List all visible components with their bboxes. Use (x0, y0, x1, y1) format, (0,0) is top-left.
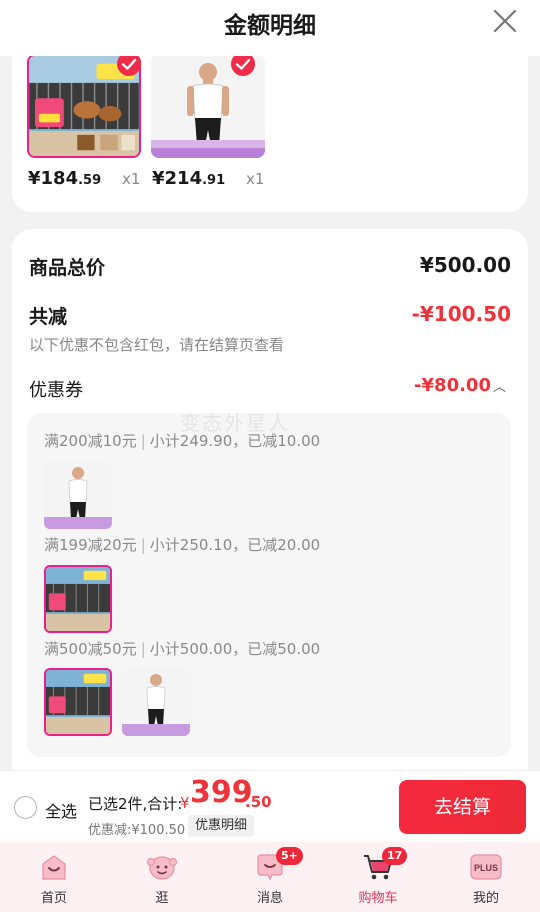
discount-detail-button[interactable]: 优惠明细 (188, 815, 255, 837)
tier-2-product-cage (44, 565, 112, 633)
tab-cart[interactable]: 17 购物车 (324, 842, 432, 912)
total-reduce-value: -¥100.50 (411, 302, 511, 326)
product-qty-1: x1 (122, 170, 141, 188)
discount-note: 以下优惠不包含红包，请在结算页查看 (29, 336, 285, 354)
tier-separator: | (140, 640, 146, 658)
message-badge: 5+ (276, 847, 303, 865)
watermark: 变态外星人 (180, 411, 290, 435)
close-icon (493, 9, 517, 33)
price-detail-card: 商品总价 ¥500.00 共减 -¥100.50 以下优惠不包含红包，请在结算页… (12, 229, 528, 789)
plus-icon-text: PLUS (474, 863, 498, 873)
header: 金额明细 (0, 0, 540, 56)
tab-label: 逛 (155, 891, 169, 906)
tier-3-product-shapewear (122, 668, 190, 736)
tier-1-product-shapewear (44, 461, 112, 529)
tab-label: 消息 (256, 891, 283, 906)
close-button[interactable] (490, 6, 520, 36)
select-all-label[interactable]: 全选 (45, 798, 77, 822)
coupon-breakdown: 满200减10元 | 小计249.90，已减10.00 满199减20元 | 小计250… (27, 413, 511, 757)
tab-mine[interactable]: PLUS 我的 (432, 842, 540, 912)
coupon-tier-2: 满199减20元 | 小计250.10，已减20.00 (44, 534, 320, 555)
price-dec: .91 (202, 173, 226, 188)
cart-badge: 17 (382, 847, 408, 865)
tab-home[interactable]: 首页 (0, 842, 108, 912)
discount-amount: 优惠减:¥100.50 (88, 823, 186, 838)
total-amount-int: 399 (190, 775, 253, 810)
total-price-value: ¥500.00 (419, 253, 511, 277)
total-amount-dec: .50 (245, 793, 272, 811)
product-price-1: ¥184.59 (28, 168, 101, 189)
selected-summary: 已选2件,合计: (88, 795, 183, 813)
coupon-tier-3: 满500减50元 | 小计500.00，已减50.00 (44, 638, 320, 659)
checkout-bar: 全选 已选2件,合计: ¥ 399 .50 优惠减:¥100.50 优惠明细 去… (0, 770, 540, 842)
home-icon (39, 852, 69, 882)
total-reduce-label: 共减 (29, 306, 68, 328)
tier-separator: | (140, 536, 146, 554)
page-title: 金额明细 (224, 13, 316, 39)
tab-label: 购物车 (358, 891, 398, 906)
price-int: ¥214 (152, 168, 203, 189)
coupon-label: 优惠券 (29, 380, 83, 401)
tab-label: 首页 (40, 891, 67, 906)
shapewear-thumbnail (44, 461, 112, 529)
cage-thumbnail (46, 670, 110, 734)
price-int: ¥184 (28, 168, 79, 189)
checkout-button[interactable]: 去结算 (399, 780, 526, 834)
tier-rule: 满199减20元 (44, 536, 137, 554)
total-price-label: 商品总价 (29, 257, 106, 279)
coupon-toggle[interactable]: -¥80.00 ︿ (414, 375, 506, 396)
shapewear-thumbnail (122, 668, 190, 736)
product-price-2: ¥214.91 (152, 168, 225, 189)
plus-profile-icon: PLUS (470, 852, 502, 882)
coupon-value: -¥80.00 (414, 375, 491, 396)
tab-browse[interactable]: 逛 (108, 842, 216, 912)
tier-3-product-cage (44, 668, 112, 736)
cage-thumbnail (46, 567, 110, 631)
product-qty-2: x1 (246, 170, 265, 188)
select-all-radio[interactable] (14, 796, 37, 819)
price-dec: .59 (78, 173, 102, 188)
total-currency: ¥ (180, 794, 190, 812)
tier-summary: 小计250.10，已减20.00 (149, 536, 321, 554)
tier-rule: 满500减50元 (44, 640, 137, 658)
tab-message[interactable]: 5+ 消息 (216, 842, 324, 912)
chevron-up-icon: ︿ (492, 380, 506, 395)
selected-products-card: ¥184.59 x1 ¥214.91 x1 (12, 40, 528, 212)
tier-separator: | (140, 432, 146, 450)
tier-summary: 小计500.00，已减50.00 (149, 640, 321, 658)
browse-icon (147, 852, 177, 882)
bottom-tab-bar: 首页 逛 5+ 消息 17 购物车 PLUS 我的 (0, 842, 540, 912)
tier-rule: 满200减10元 (44, 432, 137, 450)
tab-label: 我的 (472, 891, 499, 906)
